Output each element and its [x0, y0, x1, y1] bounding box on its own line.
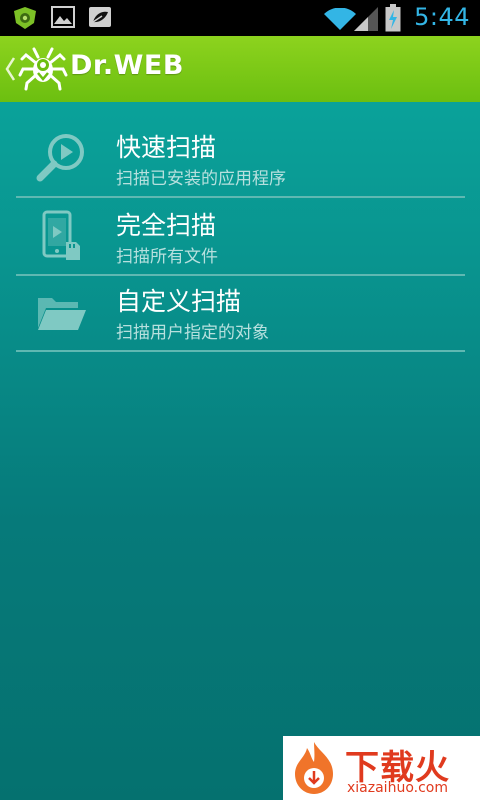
- menu-item-subtitle: 扫描所有文件: [116, 247, 218, 267]
- phone-sdcard-icon: [32, 208, 90, 266]
- menu-item-subtitle: 扫描已安装的应用程序: [116, 169, 286, 189]
- menu-item-title: 完全扫描: [116, 211, 217, 240]
- menu-item-quick-scan[interactable]: 快速扫描 扫描已安装的应用程序: [16, 120, 465, 198]
- menu-item-full-scan[interactable]: 完全扫描 扫描所有文件: [16, 198, 465, 276]
- scan-menu: 快速扫描 扫描已安装的应用程序 完全扫描 扫描所有文件 自定义扫描 扫描用户指定…: [0, 102, 480, 800]
- drweb-shield-icon: [12, 6, 38, 34]
- watermark-url: xiazaihuo.com: [347, 780, 448, 796]
- folder-open-icon: [32, 284, 90, 342]
- status-time: 5:44: [414, 3, 470, 31]
- menu-item-subtitle: 扫描用户指定的对象: [116, 323, 269, 343]
- leaf-icon: [88, 6, 112, 32]
- picture-icon: [51, 6, 75, 32]
- status-bar: 5:44: [0, 0, 480, 36]
- watermark: 下载火 xiazaihuo.com: [283, 736, 480, 800]
- menu-item-title: 快速扫描: [116, 133, 217, 162]
- magnifier-play-icon: [32, 130, 90, 188]
- chevron-left-icon[interactable]: [4, 56, 16, 86]
- flame-logo-icon: [289, 740, 339, 800]
- app-title: Dr.WEB: [70, 50, 184, 81]
- battery-charging-icon: [385, 4, 401, 36]
- signal-icon: [354, 7, 378, 35]
- wifi-icon: [324, 7, 356, 34]
- menu-item-custom-scan[interactable]: 自定义扫描 扫描用户指定的对象: [16, 274, 465, 352]
- menu-item-title: 自定义扫描: [116, 287, 242, 316]
- drweb-spider-logo[interactable]: [18, 43, 68, 97]
- action-bar: Dr.WEB: [0, 36, 480, 102]
